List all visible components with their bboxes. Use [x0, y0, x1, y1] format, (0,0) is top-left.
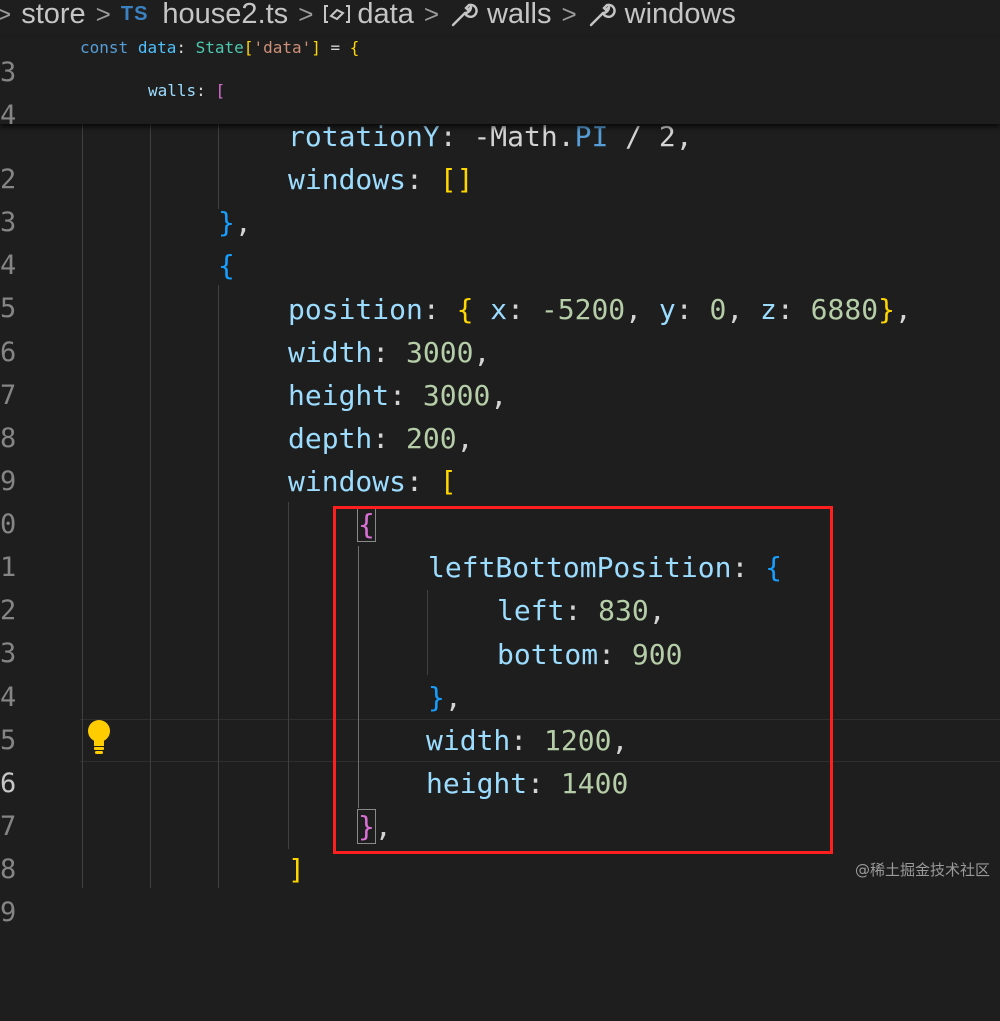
code-line[interactable]: 4 walls: [ — [0, 81, 1000, 131]
line-text: { — [218, 249, 235, 282]
indent-guide — [150, 124, 151, 888]
annotation-highlight-box — [333, 506, 833, 854]
indent-guide — [288, 502, 289, 849]
line-text: width: 3000, — [288, 336, 491, 369]
indent-guide — [218, 124, 219, 209]
watermark: @稀土掘金技术社区 — [854, 861, 990, 879]
line-number: 9 — [0, 897, 17, 929]
code-line[interactable]: 3 const data: State['data'] = { — [0, 38, 1000, 88]
line-text: windows: [ — [288, 465, 457, 498]
sticky-scroll-header[interactable]: 3 const data: State['data'] = { 4 walls:… — [0, 38, 1000, 131]
line-text: position: { x: -5200, y: 0, z: 6880}, — [288, 293, 912, 326]
line-text: windows: [] — [288, 163, 474, 196]
indent-guide — [82, 124, 83, 888]
line-text: const data: State['data'] = { — [80, 38, 360, 57]
lightbulb-icon[interactable] — [86, 719, 112, 755]
line-number: 4 — [0, 100, 17, 132]
line-text: ] — [288, 853, 305, 886]
line-text: }, — [218, 206, 252, 239]
line-text: walls: [ — [148, 81, 226, 101]
line-text: depth: 200, — [288, 422, 474, 455]
line-text: height: 3000, — [288, 379, 508, 412]
indent-guide — [218, 285, 219, 888]
